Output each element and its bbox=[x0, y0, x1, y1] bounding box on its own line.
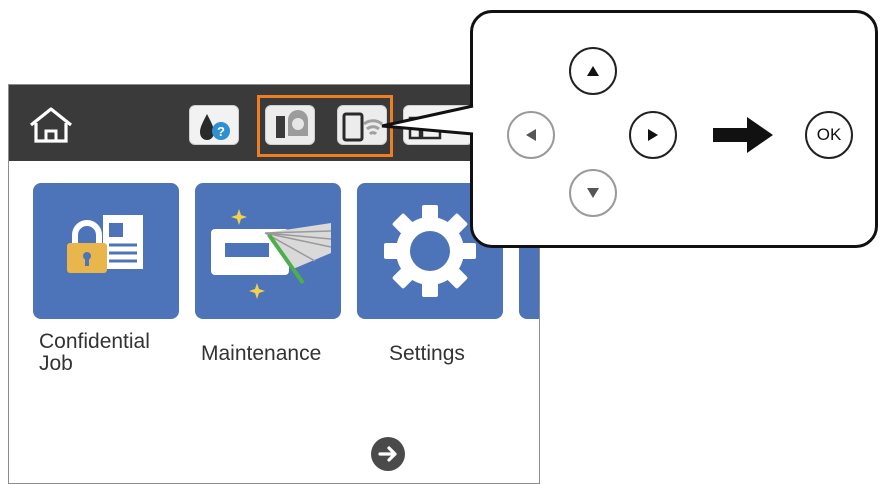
home-button[interactable] bbox=[23, 103, 79, 147]
up-icon bbox=[587, 66, 599, 76]
confidential-job-label: Confidential Job bbox=[39, 331, 150, 375]
ink-drop-help-icon: ? bbox=[200, 114, 230, 140]
home-icon bbox=[30, 107, 72, 143]
settings-label: Settings bbox=[389, 343, 465, 365]
tile-label-line1: Settings bbox=[389, 342, 465, 365]
callout-pointer bbox=[381, 104, 476, 136]
left-button[interactable] bbox=[507, 111, 555, 159]
next-page-button[interactable] bbox=[371, 437, 405, 471]
control-callout: OK bbox=[470, 10, 878, 248]
network-icons-highlight bbox=[257, 95, 393, 157]
ink-status-button[interactable]: ? bbox=[189, 105, 239, 145]
up-button[interactable] bbox=[569, 47, 617, 95]
svg-text:?: ? bbox=[217, 124, 225, 139]
ok-label: OK bbox=[816, 125, 842, 144]
printer-panel: ? Confidential Job Maintenance Settings bbox=[8, 84, 540, 484]
menu-area: Confidential Job Maintenance Settings bbox=[9, 161, 539, 483]
maintenance-label: Maintenance bbox=[201, 343, 321, 365]
tile-label-line1: Confidential bbox=[39, 330, 150, 353]
right-icon bbox=[648, 129, 658, 141]
tile-label-line2: Job bbox=[39, 352, 73, 375]
down-button[interactable] bbox=[569, 169, 617, 217]
down-icon bbox=[587, 188, 599, 198]
confidential-job-tile[interactable] bbox=[33, 183, 179, 319]
tile-label-line1: Maintenance bbox=[201, 342, 322, 365]
lock-document-icon bbox=[67, 215, 143, 273]
left-icon bbox=[526, 129, 536, 141]
arrow-right-icon bbox=[713, 117, 773, 153]
maintenance-tile[interactable] bbox=[195, 183, 341, 319]
ok-button[interactable]: OK bbox=[805, 111, 853, 159]
right-button[interactable] bbox=[629, 111, 677, 159]
maintenance-icon bbox=[211, 209, 332, 299]
arrow-right-circle-icon bbox=[378, 446, 397, 462]
